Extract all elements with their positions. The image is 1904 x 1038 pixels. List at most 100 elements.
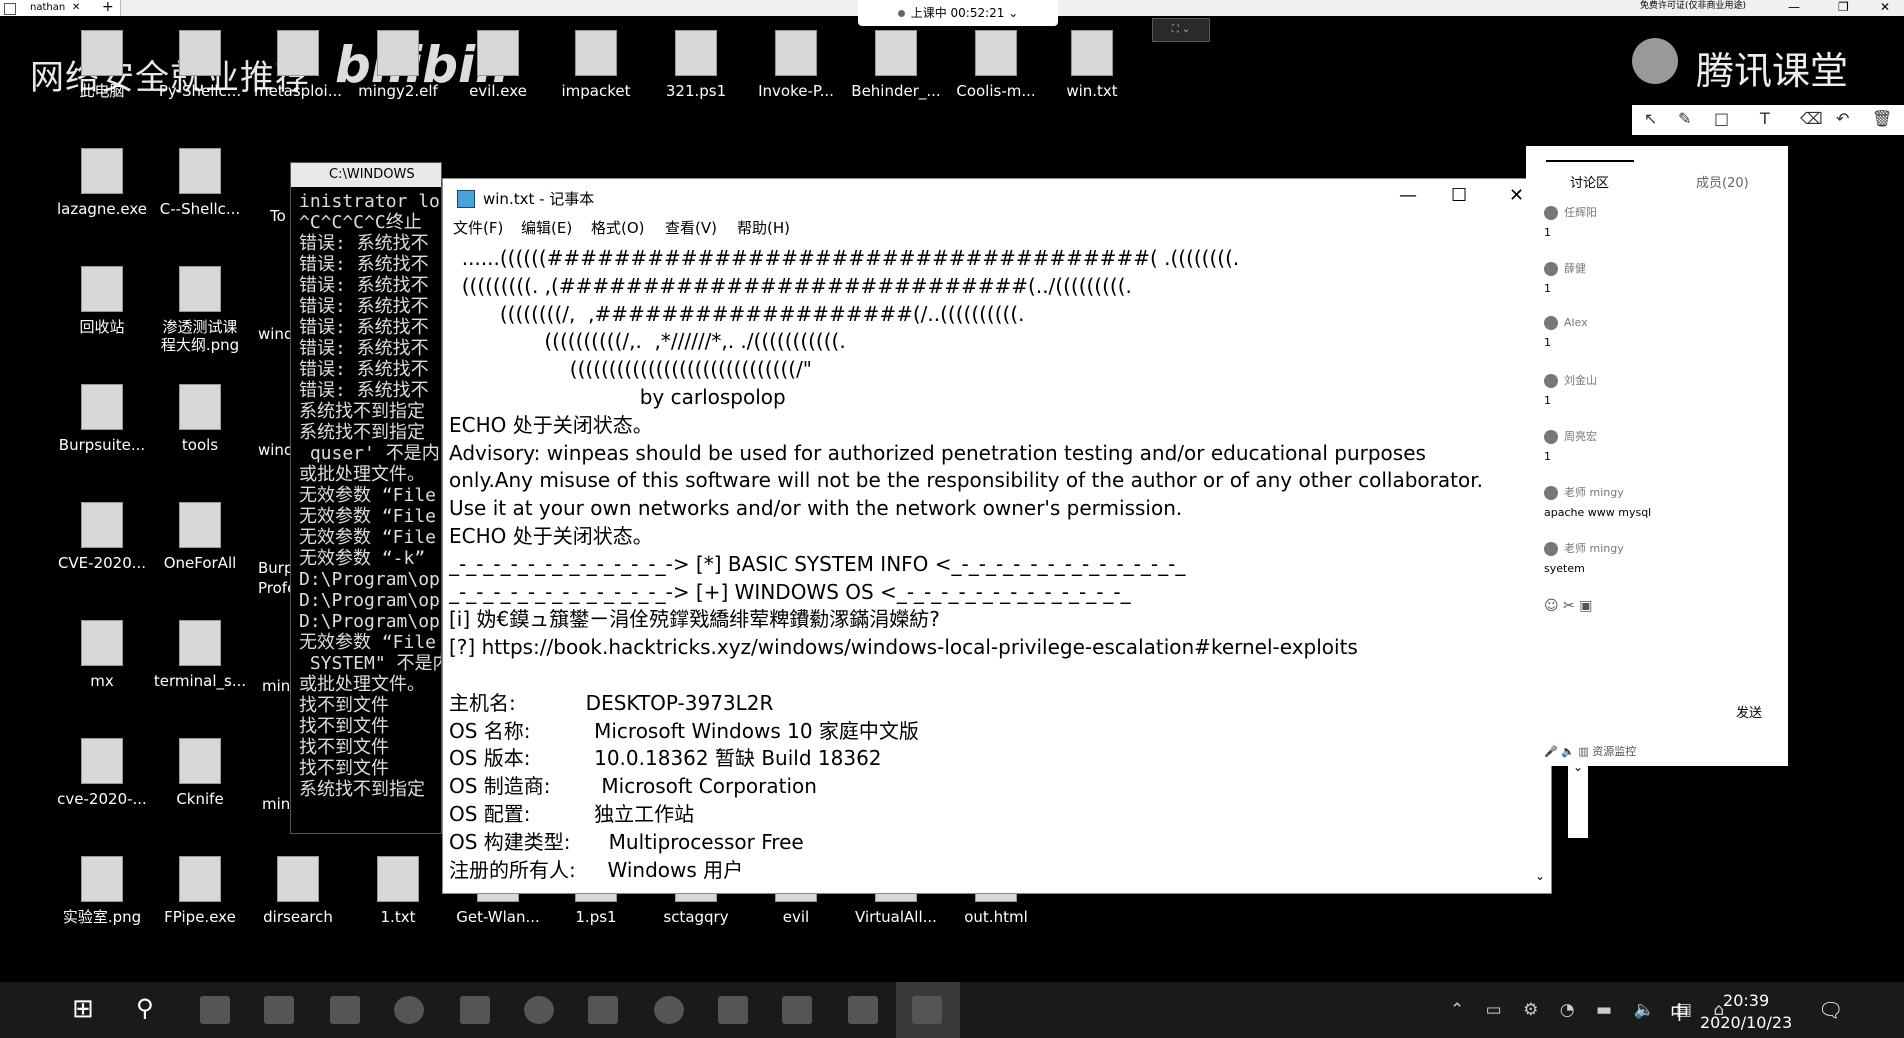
notepad-close-icon[interactable]: ✕: [1509, 185, 1524, 206]
desktop-icon[interactable]: Invoke-P...: [748, 30, 844, 100]
taskbar-app-5[interactable]: [460, 996, 490, 1024]
fullscreen-toggle[interactable]: ⛶ ⌄: [1152, 18, 1210, 42]
taskbar-app-11[interactable]: [848, 996, 878, 1024]
chat-message: 老师 mingy syetem: [1544, 540, 1784, 575]
ime-indicator[interactable]: 中: [1670, 998, 1689, 1025]
desktop-icon[interactable]: Cknife: [152, 738, 248, 808]
chat-bottom-bar[interactable]: 🎤 🔈 ▥ 资源监控: [1544, 743, 1636, 759]
desktop-icon[interactable]: CVE-2020...: [54, 502, 150, 572]
file-icon: [179, 30, 221, 76]
chat-message: 薛健 1: [1544, 260, 1784, 295]
undo-icon[interactable]: ↶: [1836, 109, 1849, 128]
text-line: ((((((((/, ,###################(/..(((((…: [449, 301, 1025, 326]
desktop-icon[interactable]: 此电脑: [54, 30, 150, 100]
notepad-taskbar-icon[interactable]: [912, 996, 942, 1024]
pen-icon[interactable]: ✎: [1678, 109, 1691, 128]
clock[interactable]: 20:39 2020/10/23: [1700, 990, 1792, 1034]
file-icon: [277, 30, 319, 76]
desktop-icon[interactable]: evil.exe: [450, 30, 546, 100]
desktop-icon[interactable]: dirsearch: [250, 856, 346, 926]
cmd-window[interactable]: C:\WINDOWS inistrator log ^C^C^C^C终止 错误: 系…: [290, 162, 442, 834]
taskbar-app-2[interactable]: [264, 996, 294, 1024]
file-icon: [179, 502, 221, 548]
live-status[interactable]: 上课中 00:52:21 ⌄: [858, 0, 1058, 26]
minimize-icon[interactable]: —: [1788, 0, 1800, 14]
desktop-icon-label: 1.txt: [380, 908, 416, 926]
desktop-icon[interactable]: Burpsuite...: [54, 384, 150, 454]
menu-item[interactable]: 编辑(E): [521, 217, 572, 238]
desktop-icon[interactable]: terminal_s...: [152, 620, 248, 690]
desktop-icon[interactable]: Coolis-m...: [948, 30, 1044, 100]
notepad-title-bar[interactable]: win.txt - 记事本 — ☐ ✕: [443, 179, 1551, 215]
send-button[interactable]: 发送: [1736, 702, 1762, 721]
close-icon[interactable]: ✕: [1880, 0, 1890, 14]
cmd-line: 无效参数 “File: [299, 632, 437, 653]
search-icon[interactable]: ⚲: [136, 994, 154, 1022]
desktop-icon[interactable]: Behinder_...: [848, 30, 944, 100]
notepad-text-area[interactable]: ......((((((############################…: [449, 245, 1539, 885]
taskbar-app-9[interactable]: [718, 996, 748, 1024]
notepad-window[interactable]: win.txt - 记事本 — ☐ ✕ 文件(F) 编辑(E) 格式(O) 查看(V)…: [442, 178, 1552, 894]
taskbar-app-6[interactable]: [524, 996, 554, 1024]
notification-icon[interactable]: 🗨: [1818, 998, 1843, 1022]
desktop-icon[interactable]: mx: [54, 620, 150, 690]
menu-item[interactable]: 帮助(H): [737, 217, 790, 238]
new-tab-icon[interactable]: +: [102, 0, 114, 14]
tab-close-icon[interactable]: ✕: [72, 0, 80, 16]
cmd-line: 系统找不到指定: [299, 422, 425, 443]
chat-scrollbar[interactable]: ⌄: [1568, 760, 1588, 838]
cmd-taskbar-icon[interactable]: [782, 996, 812, 1024]
restore-icon[interactable]: ❐: [1838, 0, 1849, 14]
desktop-icon[interactable]: 实验室.png: [54, 856, 150, 926]
chat-message: 周亮宏 1: [1544, 428, 1784, 463]
taskbar-app-3[interactable]: [330, 996, 360, 1024]
desktop-icon[interactable]: win.txt: [1044, 30, 1140, 100]
eraser-icon[interactable]: ⌫: [1800, 109, 1823, 128]
edge-icon[interactable]: [394, 996, 424, 1024]
desktop-icon-label: tools: [181, 436, 219, 454]
message-text: 1: [1544, 450, 1551, 463]
terminal-icon[interactable]: [588, 996, 618, 1024]
pointer-icon[interactable]: ↖: [1644, 109, 1657, 128]
desktop-icon[interactable]: C--Shellc...: [152, 148, 248, 218]
desktop-icon[interactable]: FPipe.exe: [152, 856, 248, 926]
tab-members[interactable]: 成员(20): [1696, 172, 1749, 191]
desktop-icon[interactable]: 1.txt: [350, 856, 446, 926]
desktop-icon[interactable]: 回收站: [54, 266, 150, 336]
desktop-icon[interactable]: OneForAll: [152, 502, 248, 572]
start-icon[interactable]: ⊞: [72, 994, 94, 1024]
trash-icon[interactable]: 🗑: [1872, 109, 1892, 128]
desktop-icon-label: 1.ps1: [575, 908, 617, 926]
cmd-title-bar[interactable]: C:\WINDOWS: [291, 163, 441, 187]
desktop-icon[interactable]: tools: [152, 384, 248, 454]
avatar: [1544, 542, 1558, 556]
taskbar-app-1[interactable]: [200, 996, 230, 1024]
chat-tool-icons[interactable]: ☺ ✂ ▣: [1544, 598, 1592, 614]
text-line: OS 构建类型: Multiprocessor Free: [449, 829, 804, 854]
desktop-icon[interactable]: 渗透测试课 程大纲.png: [152, 266, 248, 354]
file-icon: [179, 266, 221, 312]
tab-discussion[interactable]: 讨论区: [1570, 172, 1609, 191]
desktop-icon[interactable]: metasploi...: [250, 30, 346, 100]
file-icon: [477, 30, 519, 76]
desktop-icon[interactable]: impacket: [548, 30, 644, 100]
menu-item[interactable]: 查看(V): [665, 217, 717, 238]
desktop-icon[interactable]: lazagne.exe: [54, 148, 150, 218]
system-tray[interactable]: ⌃ ▭ ⚙ ◔ ▬ 🔈 ▤ ⌂: [1450, 1000, 1732, 1020]
notepad-icon: [457, 190, 475, 208]
notepad-minimize-icon[interactable]: —: [1399, 185, 1417, 206]
menu-item[interactable]: 文件(F): [453, 217, 503, 238]
desktop-icon[interactable]: cve-2020-...: [54, 738, 150, 808]
taskbar-app-8[interactable]: [654, 996, 684, 1024]
file-icon: [975, 30, 1017, 76]
file-icon: [875, 30, 917, 76]
desktop-icon-label: VirtualAll...: [855, 908, 937, 926]
shape-icon[interactable]: □: [1714, 109, 1729, 128]
desktop-icon[interactable]: mingy2.elf: [350, 30, 446, 100]
menu-item[interactable]: 格式(O): [591, 217, 645, 238]
notepad-maximize-icon[interactable]: ☐: [1451, 185, 1467, 206]
scroll-down-icon[interactable]: ⌄: [1535, 869, 1545, 883]
desktop-icon[interactable]: 321.ps1: [648, 30, 744, 100]
desktop-icon[interactable]: Py-Shellc...: [152, 30, 248, 100]
text-icon[interactable]: T: [1760, 109, 1770, 128]
